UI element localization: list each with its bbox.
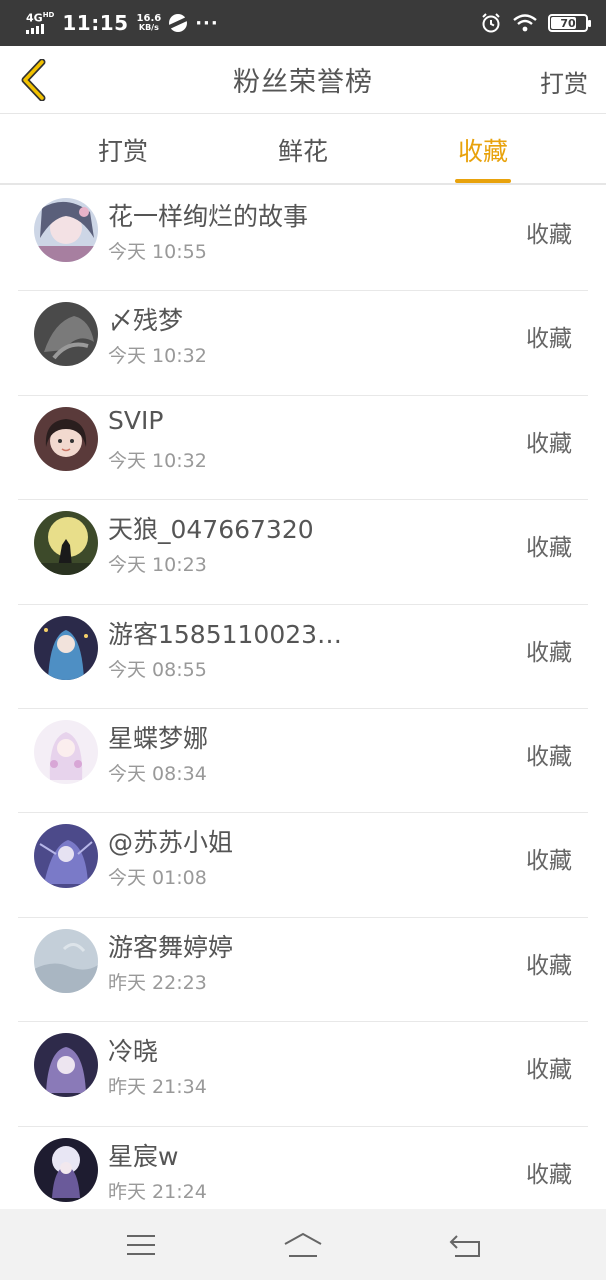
timestamp: 今天 08:55 — [108, 658, 207, 681]
action-type: 收藏 — [526, 1161, 572, 1188]
action-type: 收藏 — [526, 1057, 572, 1084]
timestamp: 今天 10:32 — [108, 345, 207, 368]
action-type: 收藏 — [526, 222, 572, 248]
user-name: 花一样绚烂的故事 — [108, 202, 309, 231]
list-item[interactable]: 星蝶梦娜 今天 08:34 收藏 — [18, 709, 588, 814]
list-item[interactable]: 星宸w 昨天 21:24 收藏 — [18, 1127, 588, 1209]
status-bar: 4GHD 11:15 16.6 KB/s ··· 70 — [0, 0, 606, 46]
timestamp: 今天 10:23 — [108, 554, 207, 577]
clock: 11:15 — [62, 11, 129, 35]
back-arrow-icon — [449, 1234, 480, 1257]
timestamp: 昨天 21:24 — [108, 1180, 207, 1203]
back-nav-button[interactable] — [435, 1220, 495, 1270]
app-header: 粉丝荣誉榜 打赏 — [0, 46, 606, 114]
back-button[interactable] — [14, 56, 54, 104]
avatar[interactable] — [34, 928, 98, 993]
user-name: 天狼_047667320 — [108, 515, 314, 545]
list-item[interactable]: 天狼_047667320 今天 10:23 收藏 — [18, 500, 588, 605]
signal-indicator: 4GHD — [26, 11, 54, 35]
menu-icon — [127, 1234, 155, 1255]
fan-list: 花一样绚烂的故事 今天 10:55 收藏 〆残梦 今天 10:32 收藏 SVI… — [0, 187, 606, 1209]
battery-icon: 70 — [548, 14, 591, 32]
action-type: 收藏 — [526, 326, 572, 353]
user-name: 游客1585110023… — [108, 619, 343, 649]
action-type: 收藏 — [526, 952, 572, 979]
avatar[interactable] — [34, 615, 98, 680]
avatar[interactable] — [34, 198, 98, 262]
action-type: 收藏 — [526, 430, 572, 457]
wifi-icon — [513, 14, 537, 32]
action-type: 收藏 — [526, 848, 572, 875]
avatar[interactable] — [34, 824, 98, 889]
home-icon — [284, 1232, 322, 1257]
system-nav-bar — [0, 1209, 606, 1280]
avatar[interactable] — [34, 719, 98, 784]
user-name: 星蝶梦娜 — [108, 723, 209, 753]
page-title: 粉丝荣誉榜 — [233, 67, 373, 98]
user-name: 游客舞婷婷 — [108, 932, 234, 962]
network-speed: 16.6 KB/s — [136, 13, 162, 32]
reward-button[interactable]: 打赏 — [540, 64, 588, 99]
user-name: @苏苏小姐 — [108, 828, 234, 858]
list-item[interactable]: 游客舞婷婷 昨天 22:23 收藏 — [18, 918, 588, 1023]
tab-reward[interactable]: 打赏 — [33, 115, 213, 185]
action-type: 收藏 — [526, 535, 572, 562]
user-name: SVIP — [108, 405, 164, 435]
avatar[interactable] — [34, 511, 98, 576]
timestamp: 今天 10:32 — [108, 449, 207, 472]
list-item[interactable]: 冷晓 昨天 21:34 收藏 — [18, 1022, 588, 1127]
timestamp: 昨天 22:23 — [108, 971, 207, 994]
home-button[interactable] — [273, 1220, 333, 1270]
list-item[interactable]: SVIP 今天 10:32 收藏 — [18, 396, 588, 501]
list-item[interactable]: 花一样绚烂的故事 今天 10:55 收藏 — [18, 187, 588, 292]
more-notifications-icon: ··· — [195, 12, 219, 34]
timestamp: 今天 01:08 — [108, 867, 207, 890]
action-type: 收藏 — [526, 639, 572, 666]
app-notification-icon — [169, 14, 188, 32]
list-item[interactable]: @苏苏小姐 今天 01:08 收藏 — [18, 813, 588, 918]
action-type: 收藏 — [526, 743, 572, 770]
list-item[interactable]: 游客1585110023… 今天 08:55 收藏 — [18, 605, 588, 709]
signal-bars-icon — [26, 24, 44, 35]
alarm-icon — [482, 13, 500, 33]
chevron-left-icon — [21, 59, 46, 101]
timestamp: 今天 10:55 — [108, 241, 207, 263]
list-item[interactable]: 〆残梦 今天 10:32 收藏 — [18, 291, 588, 396]
user-name: 〆残梦 — [108, 306, 184, 336]
menu-button[interactable] — [111, 1220, 171, 1270]
avatar[interactable] — [34, 1033, 98, 1098]
timestamp: 今天 08:34 — [108, 762, 207, 785]
timestamp: 昨天 21:34 — [108, 1076, 207, 1099]
tab-flowers[interactable]: 鲜花 — [213, 115, 393, 185]
avatar[interactable] — [34, 1137, 98, 1202]
user-name: 星宸w — [108, 1141, 179, 1171]
tab-favorites[interactable]: 收藏 — [393, 115, 573, 185]
user-name: 冷晓 — [108, 1037, 159, 1067]
avatar[interactable] — [34, 302, 98, 367]
avatar[interactable] — [34, 406, 98, 471]
tab-bar: 打赏 鲜花 收藏 — [0, 115, 606, 185]
